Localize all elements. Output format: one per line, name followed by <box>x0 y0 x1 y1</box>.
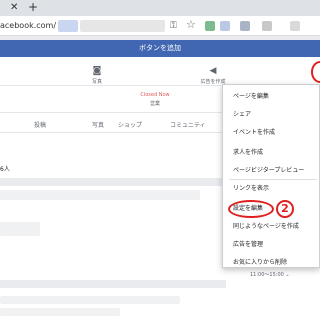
blurred-url-region <box>80 20 165 32</box>
megaphone-icon: ◀ <box>209 66 217 76</box>
menu-item-visitor-preview[interactable]: ページビジタープレビュー <box>233 167 304 175</box>
extension-icon[interactable] <box>220 21 230 31</box>
tab-posts[interactable]: 投稿 <box>34 120 46 129</box>
annotation-oval <box>228 200 274 218</box>
menu-item-create-job[interactable]: 求人を作成 <box>233 149 263 157</box>
content-placeholder <box>0 308 120 316</box>
bookmark-star-icon[interactable]: ☆ <box>186 19 196 31</box>
menu-item-remove-favorite[interactable]: お気に入りから削除 <box>233 259 287 267</box>
business-hours: 11:00～15:00 ⌄ <box>250 272 290 278</box>
tab-close-icon[interactable]: ✕ <box>10 2 18 14</box>
like-count: 6人 <box>0 166 10 173</box>
menu-item-manage-ads[interactable]: 広告を管理 <box>233 241 263 249</box>
menu-item-edit-page[interactable]: ページを編集 <box>233 93 269 101</box>
url-text[interactable]: acebook.com/ <box>0 20 56 32</box>
menu-divider <box>229 179 317 180</box>
tab-shop[interactable]: ショップ <box>118 120 142 129</box>
key-icon[interactable]: ⚿ <box>170 21 177 31</box>
menu-item-create-similar-page[interactable]: 同じようなページを作成 <box>233 223 299 231</box>
browser-tab-strip: ✕ + <box>0 0 320 16</box>
add-button[interactable]: ボタンを追加 <box>0 43 320 54</box>
content-placeholder <box>0 222 40 236</box>
menu-item-create-event[interactable]: イベントを作成 <box>233 129 275 137</box>
more-options-menu: ページを編集 シェア イベントを作成 求人を作成 ページビジタープレビュー リン… <box>222 84 320 268</box>
camera-icon: ◙ <box>92 66 102 76</box>
address-bar[interactable]: acebook.com/ ⚿ ☆ <box>0 16 320 36</box>
section-gap <box>0 178 226 186</box>
photo-action[interactable]: ◙ 写真 <box>86 66 108 85</box>
extension-icon[interactable] <box>205 21 215 31</box>
open-status: Closed Now <box>140 92 170 98</box>
content-placeholder <box>0 296 180 304</box>
menu-item-share[interactable]: シェア <box>233 111 251 119</box>
tab-community[interactable]: コミュニティ <box>170 120 206 129</box>
blurred-url-region <box>58 20 78 32</box>
extension-icon[interactable] <box>240 21 250 31</box>
extension-icon[interactable] <box>262 21 272 31</box>
new-tab-icon[interactable]: + <box>28 1 38 13</box>
menu-item-view-links[interactable]: リンクを表示 <box>233 185 269 193</box>
tab-photos[interactable]: 写真 <box>92 120 104 129</box>
section-gap <box>0 280 226 288</box>
annotation-number: 2 <box>281 202 289 215</box>
create-ad-action[interactable]: ◀ 広告を作成 <box>196 66 230 85</box>
hours-label: 営業 <box>149 101 160 107</box>
extension-icon[interactable] <box>290 21 300 31</box>
content-placeholder <box>0 190 200 200</box>
add-button-bar: ボタンを追加 <box>0 40 320 57</box>
